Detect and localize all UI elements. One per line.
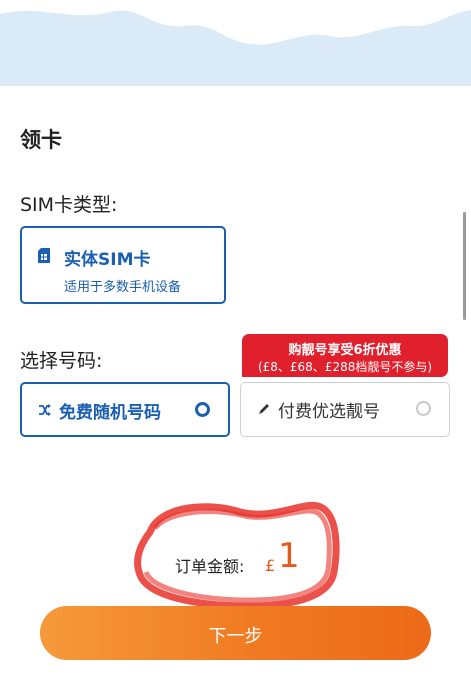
next-step-label: 下一步	[208, 626, 263, 647]
order-amount: 1	[278, 536, 300, 576]
red-circle-annotation	[134, 501, 340, 610]
order-currency: £	[265, 556, 276, 575]
next-step-button[interactable]: 下一步	[40, 606, 431, 660]
order-total-label: 订单金额:	[175, 557, 245, 576]
